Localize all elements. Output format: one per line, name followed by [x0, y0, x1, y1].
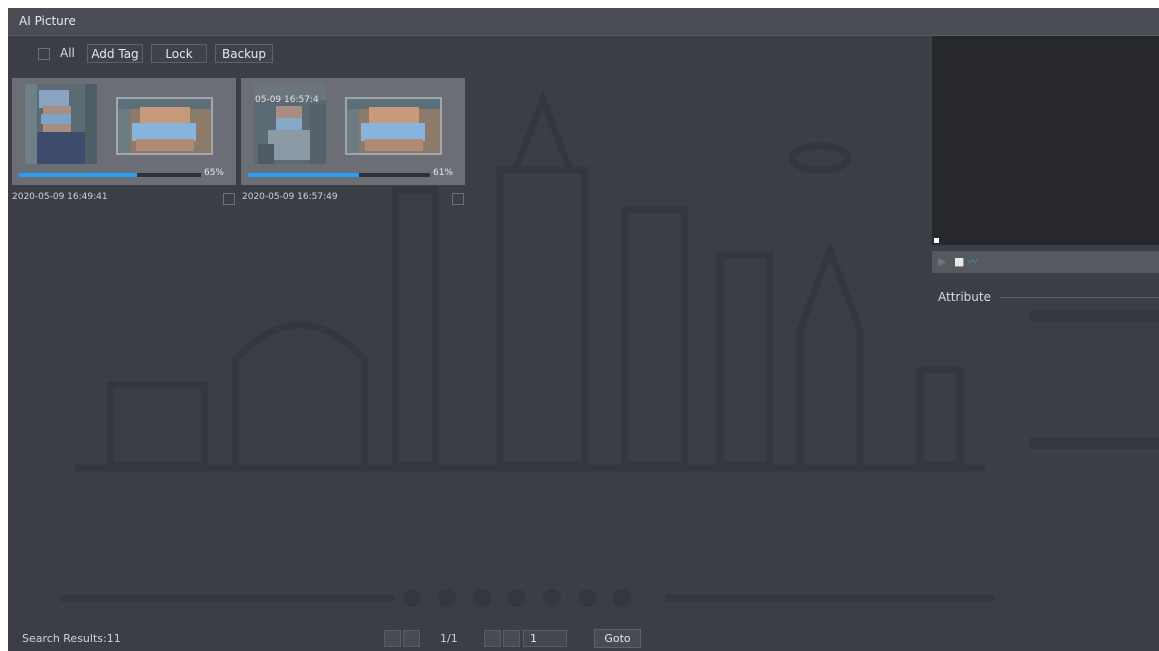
player-controls: ▶ ■ 〰	[932, 251, 1159, 273]
face-thumbnail[interactable]	[345, 97, 442, 155]
play-icon[interactable]: ▶	[938, 256, 946, 268]
waveform-icon[interactable]: 〰	[967, 256, 978, 268]
capture-time-overlay: 05-09 16:57:4	[255, 95, 319, 105]
select-all-label: All	[60, 46, 75, 60]
similarity-percent: 61%	[432, 168, 453, 178]
video-player[interactable]	[932, 36, 1159, 245]
similarity-bar	[19, 173, 201, 177]
last-page-button[interactable]	[503, 630, 520, 647]
person-thumbnail[interactable]	[25, 84, 97, 164]
attribute-label: Attribute	[938, 290, 991, 304]
previous-page-button[interactable]	[403, 630, 420, 647]
search-results-count: Search Results:11	[22, 632, 121, 645]
playback-position-marker	[934, 238, 939, 243]
attribute-divider	[1000, 297, 1159, 298]
window-frame-top	[0, 0, 1159, 8]
stop-icon[interactable]: ■	[954, 256, 964, 268]
window-frame-left	[0, 0, 8, 651]
similarity-bar-fill	[248, 173, 360, 177]
similarity-bar	[248, 173, 430, 177]
lock-button[interactable]: Lock	[151, 44, 207, 63]
result-checkbox[interactable]	[452, 193, 464, 205]
face-thumbnail[interactable]	[116, 97, 213, 155]
window-title: AI Picture	[19, 14, 76, 28]
next-page-button[interactable]	[484, 630, 501, 647]
first-page-button[interactable]	[384, 630, 401, 647]
select-all-checkbox[interactable]	[38, 48, 50, 60]
add-tag-button[interactable]: Add Tag	[87, 44, 143, 63]
page-number-input[interactable]	[523, 630, 567, 647]
similarity-bar-fill	[19, 173, 138, 177]
result-datetime: 2020-05-09 16:49:41	[12, 192, 108, 202]
result-card[interactable]: 05-09 16:57:4 61%	[241, 78, 465, 185]
goto-button[interactable]: Goto	[594, 629, 641, 648]
title-bar: AI Picture	[8, 8, 1159, 36]
backup-button[interactable]: Backup	[215, 44, 273, 63]
result-checkbox[interactable]	[223, 193, 235, 205]
result-card[interactable]: 65%	[12, 78, 236, 185]
result-datetime: 2020-05-09 16:57:49	[242, 192, 338, 202]
similarity-percent: 65%	[203, 168, 224, 178]
page-indicator: 1/1	[440, 632, 458, 645]
